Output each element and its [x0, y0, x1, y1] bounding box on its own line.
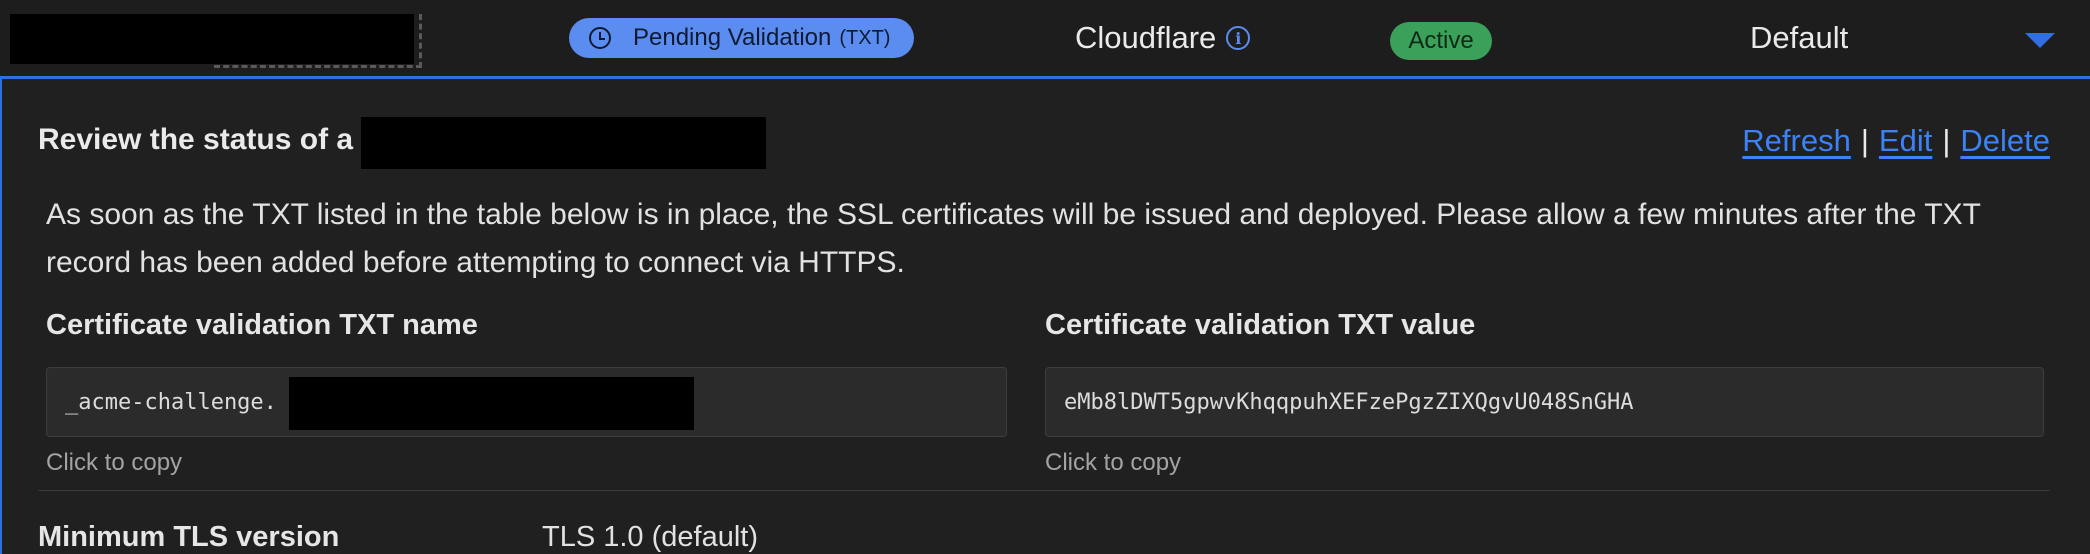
details-panel: Review the status of a Refresh | Edit | … [0, 79, 2090, 554]
txt-name-copy-hint: Click to copy [46, 449, 183, 476]
provider: Cloudflare i [1075, 18, 1251, 58]
redacted-txt-name [289, 377, 694, 430]
redacted-hostname-border [214, 14, 422, 68]
validation-description: As soon as the TXT listed in the table b… [46, 198, 1981, 279]
redacted-domain [361, 117, 766, 169]
section-divider [38, 490, 2050, 491]
hostname-row[interactable]: Pending Validation (TXT) Cloudflare i Ac… [0, 0, 2090, 79]
pending-validation-label: Pending Validation [633, 24, 832, 51]
edit-link[interactable]: Edit [1879, 123, 1932, 159]
mode-value: Default [1750, 20, 1849, 55]
txt-value-label: Certificate validation TXT value [1045, 309, 1476, 341]
txt-name-label: Certificate validation TXT name [46, 309, 478, 341]
info-icon[interactable]: i [1226, 26, 1251, 50]
delete-link[interactable]: Delete [1960, 123, 2050, 159]
review-status-heading: Review the status of a [38, 123, 354, 156]
min-tls-label: Minimum TLS version [38, 521, 340, 553]
chevron-down-icon[interactable] [2025, 33, 2055, 48]
mode-label: Default [1750, 18, 1848, 58]
txt-value-copy-hint: Click to copy [1045, 449, 1182, 476]
pending-validation-suffix: (TXT) [839, 26, 891, 49]
txt-value-field[interactable]: eMb8lDWT5gpwvKhqqpuhXEFzePgzZIXQgvU048Sn… [1045, 367, 2044, 437]
refresh-link[interactable]: Refresh [1742, 123, 1851, 159]
txt-value-value: eMb8lDWT5gpwvKhqqpuhXEFzePgzZIXQgvU048Sn… [1064, 389, 1634, 415]
provider-label: Cloudflare [1075, 20, 1217, 55]
action-separator: | [1860, 123, 1869, 158]
panel-actions: Refresh | Edit | Delete [1742, 123, 2050, 159]
txt-name-value: _acme-challenge. [65, 389, 277, 415]
min-tls-value: TLS 1.0 (default) [542, 521, 758, 553]
action-separator: | [1942, 123, 1951, 158]
active-status-badge: Active [1390, 22, 1492, 60]
clock-icon [589, 27, 611, 49]
active-status-label: Active [1408, 27, 1474, 54]
pending-validation-badge: Pending Validation (TXT) [569, 18, 914, 58]
